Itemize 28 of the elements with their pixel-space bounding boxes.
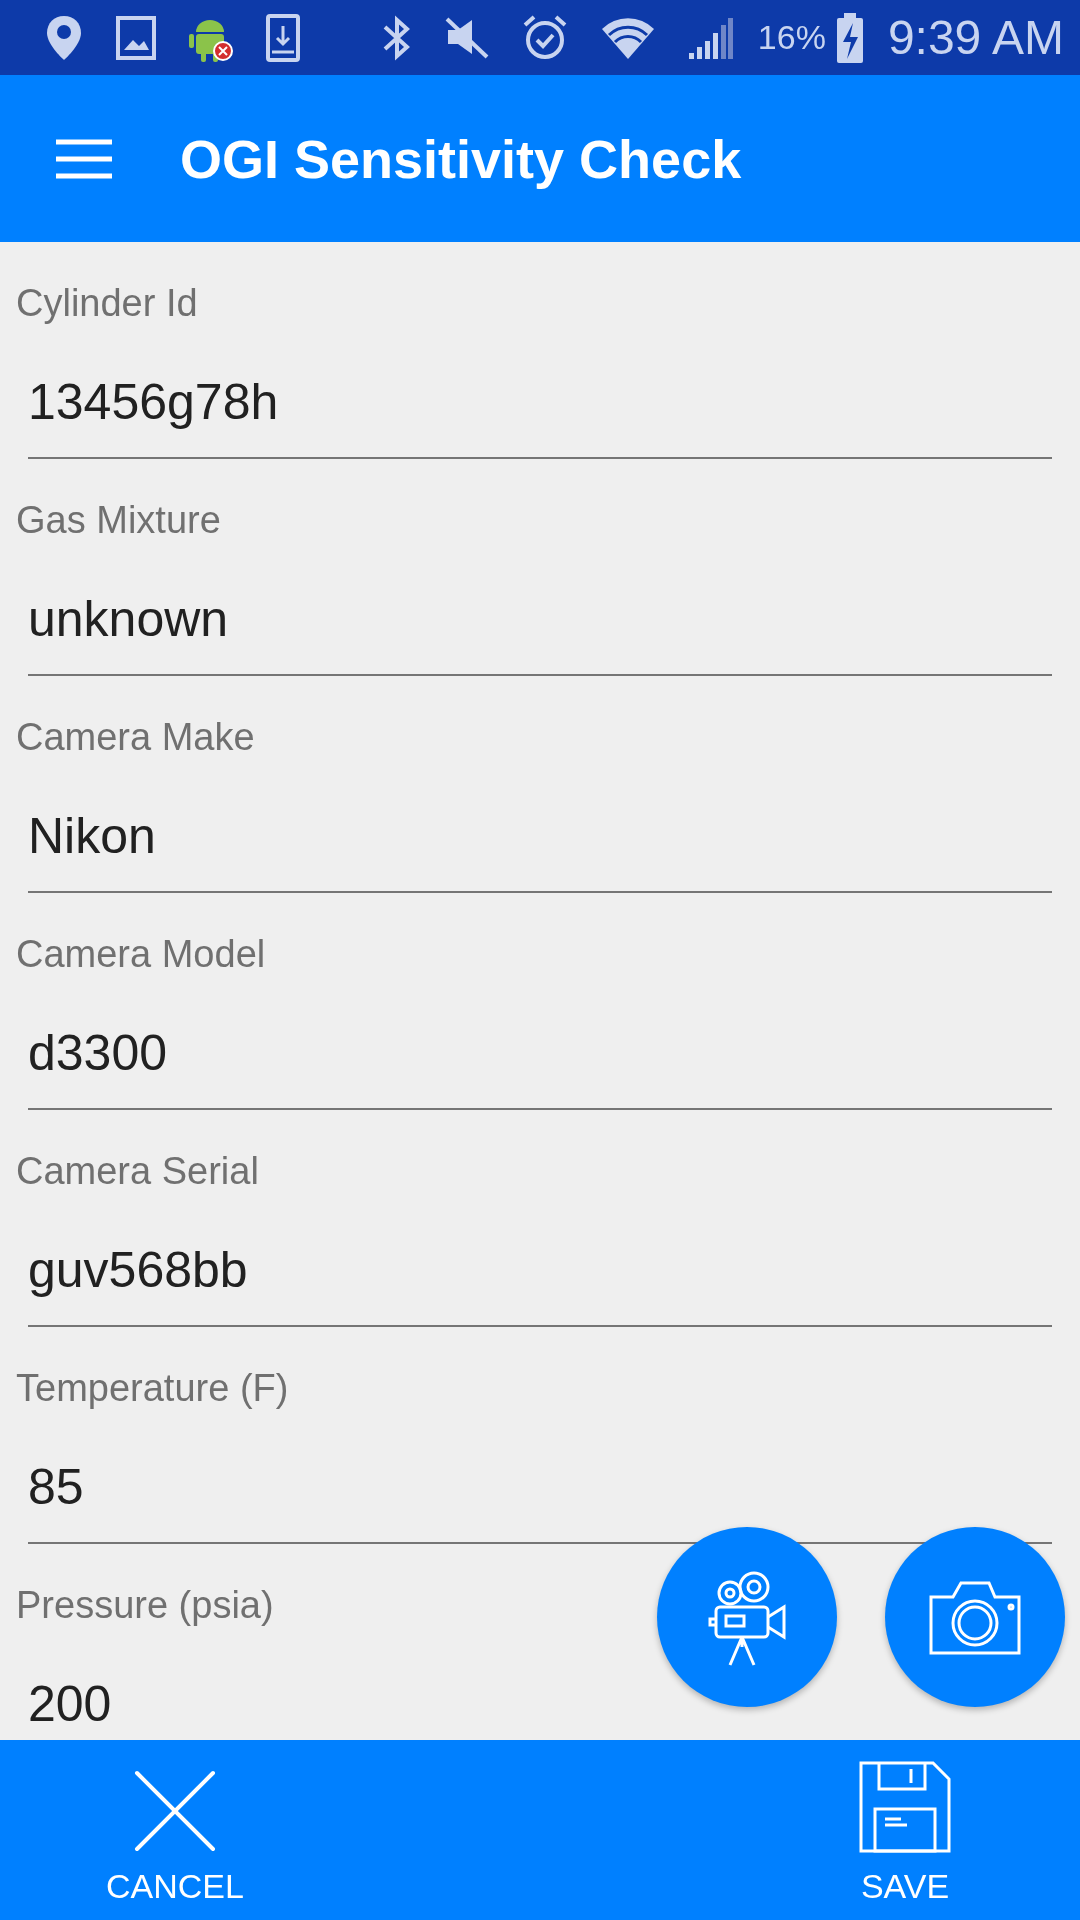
input-field[interactable]: Nikon [28,808,156,864]
bluetooth-icon [382,14,412,61]
cancel-button[interactable]: CANCEL [60,1740,290,1920]
battery-charging-icon [835,12,864,63]
input-field[interactable]: 85 [28,1459,84,1515]
input-field[interactable]: unknown [28,591,229,647]
menu-icon[interactable] [56,138,112,179]
field-label: Pressure (psia) [16,1585,275,1625]
field-label: Cylinder Id [16,283,199,323]
download-icon [266,13,300,62]
alarm-icon [522,14,568,61]
field-label: Temperature (F) [16,1368,290,1408]
battery-percent: 16% [757,18,826,57]
field-label: Camera Make [16,717,256,757]
input-field[interactable]: 13456g78h [28,374,279,430]
field-label: Camera Model [16,934,267,974]
location-icon [44,13,84,62]
input-field[interactable]: guv568bb [28,1242,248,1298]
image-icon [116,15,156,60]
mute-icon [444,15,490,60]
field-label: Gas Mixture [16,500,222,540]
clock-time: 9:39 AM [887,10,1064,65]
field-label: Camera Serial [16,1151,260,1191]
app-title: OGI Sensitivity Check [180,127,742,190]
close-icon [133,1769,217,1853]
input-field[interactable]: d3300 [28,1025,168,1081]
save-button[interactable]: SAVE [790,1740,1020,1920]
input-field[interactable]: 200 [28,1676,112,1732]
